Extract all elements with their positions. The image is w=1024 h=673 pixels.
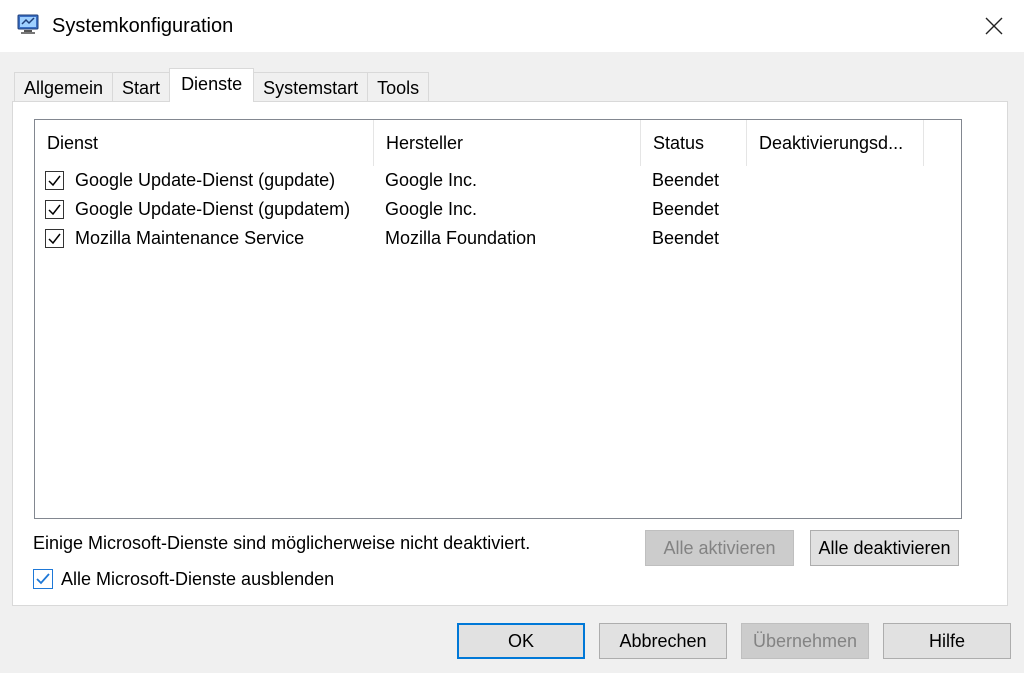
column-header-disabled-date[interactable]: Deaktivierungsd... <box>747 120 924 166</box>
hide-microsoft-services-checkbox[interactable] <box>33 569 53 589</box>
services-list[interactable]: Dienst Hersteller Status Deaktivierungsd… <box>34 119 962 519</box>
service-checkbox[interactable] <box>45 229 64 248</box>
hide-microsoft-services-option[interactable]: Alle Microsoft-Dienste ausblenden <box>33 567 334 591</box>
table-row[interactable]: Google Update-Dienst (gupdatem) Google I… <box>35 195 961 224</box>
service-name: Mozilla Maintenance Service <box>75 228 305 248</box>
msconfig-icon <box>16 12 40 36</box>
table-row[interactable]: Mozilla Maintenance Service Mozilla Foun… <box>35 224 961 253</box>
column-header-status[interactable]: Status <box>641 120 747 166</box>
service-vendor: Mozilla Foundation <box>385 228 537 248</box>
service-checkbox[interactable] <box>45 200 64 219</box>
service-status: Beendet <box>652 170 720 190</box>
service-vendor: Google Inc. <box>385 170 478 190</box>
tab-tools[interactable]: Tools <box>367 72 430 102</box>
column-header-vendor[interactable]: Hersteller <box>374 120 641 166</box>
microsoft-services-note: Einige Microsoft-Dienste sind möglicherw… <box>33 533 531 553</box>
tab-strip: Allgemein Start Dienste Systemstart Tool… <box>14 68 430 102</box>
checkmark-icon <box>48 175 61 187</box>
title-bar: Systemkonfiguration <box>0 0 1024 52</box>
disable-all-button[interactable]: Alle deaktivieren <box>810 530 959 566</box>
tab-allgemein[interactable]: Allgemein <box>14 72 114 102</box>
apply-button[interactable]: Übernehmen <box>741 623 869 659</box>
services-tab-panel: Dienst Hersteller Status Deaktivierungsd… <box>12 101 1008 606</box>
ok-button[interactable]: OK <box>457 623 585 659</box>
column-header-service[interactable]: Dienst <box>35 120 374 166</box>
system-config-window: Systemkonfiguration Allgemein Start Dien… <box>0 0 1024 673</box>
service-checkbox[interactable] <box>45 171 64 190</box>
tab-dienste[interactable]: Dienste <box>169 68 255 102</box>
list-header: Dienst Hersteller Status Deaktivierungsd… <box>35 120 961 166</box>
tab-start[interactable]: Start <box>112 72 171 102</box>
table-row[interactable]: Google Update-Dienst (gupdate) Google In… <box>35 166 961 195</box>
service-name: Google Update-Dienst (gupdate) <box>75 170 336 190</box>
checkmark-icon <box>48 233 61 245</box>
cancel-button[interactable]: Abbrechen <box>599 623 727 659</box>
tab-systemstart[interactable]: Systemstart <box>253 72 369 102</box>
checkmark-icon <box>36 573 50 585</box>
window-title: Systemkonfiguration <box>52 15 234 37</box>
checkmark-icon <box>48 204 61 216</box>
hide-microsoft-services-label: Alle Microsoft-Dienste ausblenden <box>61 568 335 589</box>
service-status: Beendet <box>652 228 720 248</box>
service-status: Beendet <box>652 199 720 219</box>
help-button[interactable]: Hilfe <box>883 623 1011 659</box>
enable-all-button[interactable]: Alle aktivieren <box>645 530 794 566</box>
service-name: Google Update-Dienst (gupdatem) <box>75 199 351 219</box>
close-icon <box>985 17 1003 35</box>
close-button[interactable] <box>974 6 1014 46</box>
service-vendor: Google Inc. <box>385 199 478 219</box>
